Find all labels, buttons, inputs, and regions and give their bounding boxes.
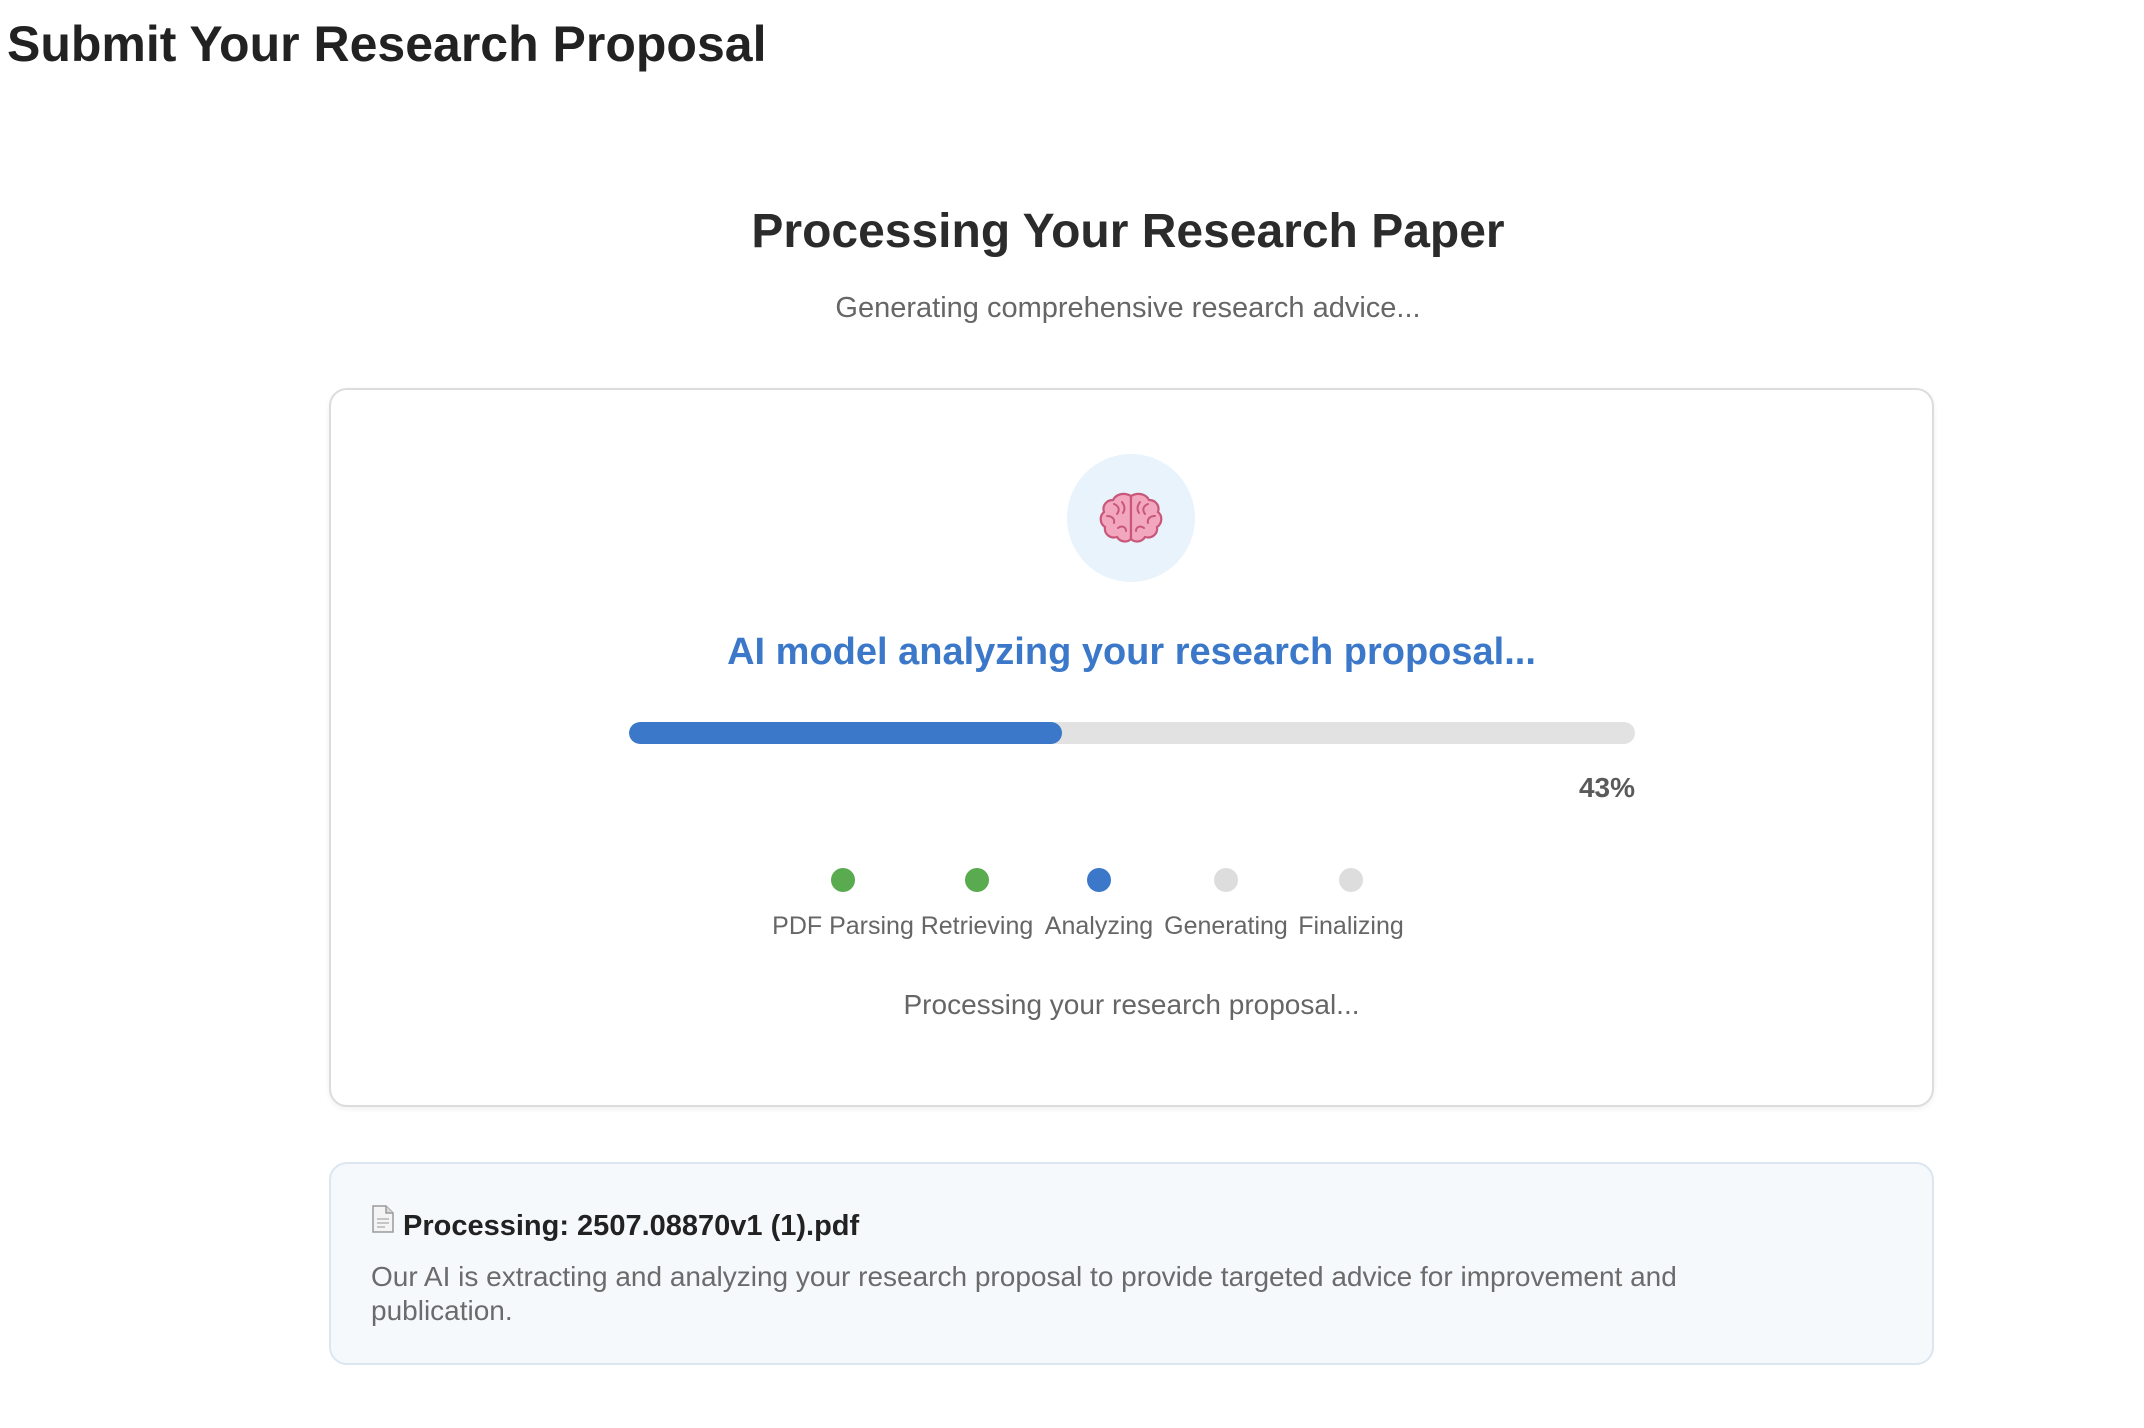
step-indicator: PDF Parsing Retrieving Analyzing Generat… (331, 868, 1932, 958)
page-title: Submit Your Research Proposal (7, 16, 767, 72)
document-icon (371, 1204, 395, 1244)
processing-subtitle: Generating comprehensive research advice… (835, 292, 1421, 324)
progress-percent: 43% (1578, 772, 1635, 803)
step-dot (831, 868, 855, 892)
status-message: Processing your research proposal... (903, 989, 1360, 1020)
step-dot (1087, 868, 1111, 892)
file-info-title-text: Processing: 2507.08870v1 (1).pdf (403, 1210, 860, 1242)
file-info-box: Processing: 2507.08870v1 (1).pdf Our AI … (329, 1162, 1934, 1365)
step-dot (1214, 868, 1238, 892)
file-info-description: Our AI is extracting and analyzing your … (371, 1261, 1677, 1326)
step-label: Finalizing (1298, 912, 1404, 940)
brain-icon-badge (1067, 454, 1195, 582)
brain-icon (1098, 490, 1164, 546)
step-dot (1339, 868, 1363, 892)
status-heading: AI model analyzing your research proposa… (727, 631, 1536, 673)
progress-card: AI model analyzing your research proposa… (329, 388, 1934, 1107)
progress-bar-fill (629, 722, 1062, 744)
step-finalizing: Finalizing (1251, 868, 1451, 942)
step-dot (965, 868, 989, 892)
progress-bar (629, 722, 1635, 744)
file-info-title: Processing: 2507.08870v1 (1).pdf (371, 1204, 860, 1246)
processing-title: Processing Your Research Paper (751, 205, 1505, 258)
